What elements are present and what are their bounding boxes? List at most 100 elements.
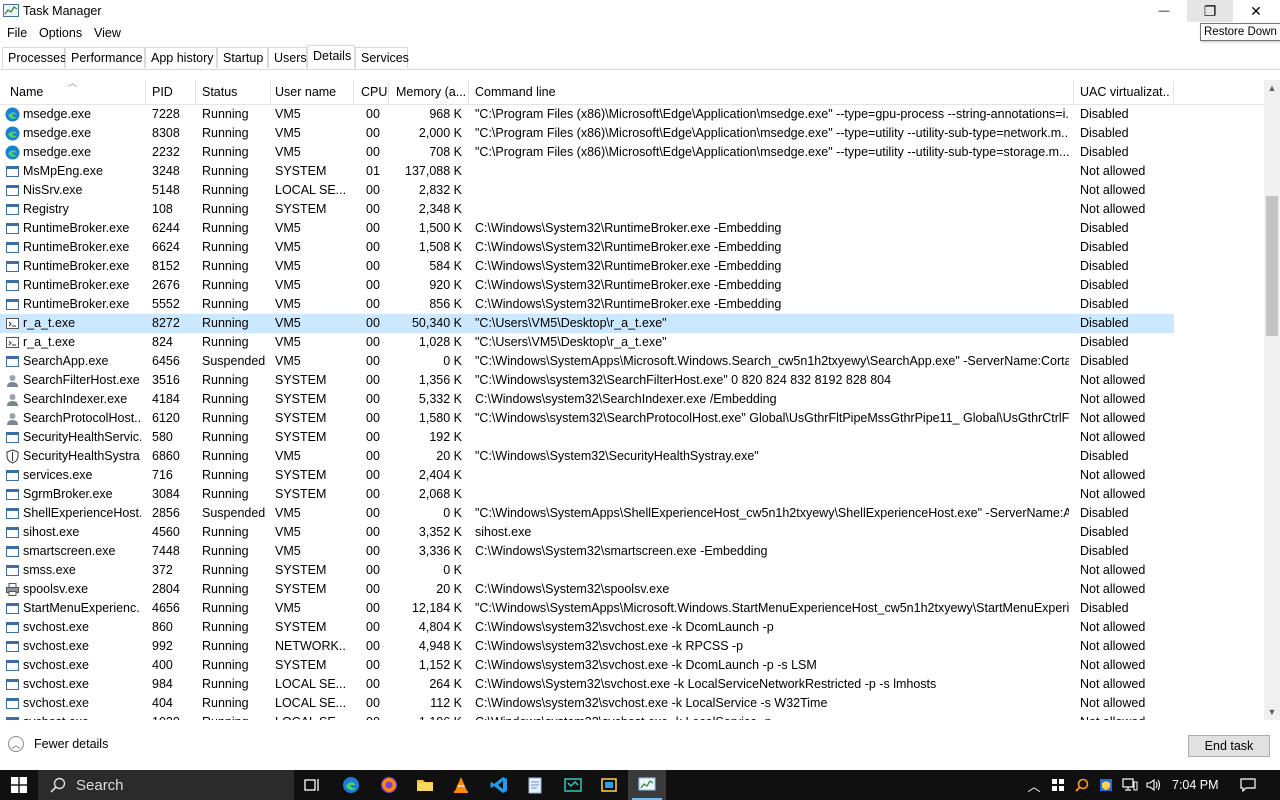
process-row[interactable]: spoolsv.exe 2804 Running SYSTEM 00 20 K C:\Win… — [0, 580, 1174, 599]
process-row[interactable]: svchost.exe 404 Running LOCAL SE... 00 112 K C… — [0, 694, 1174, 713]
process-row[interactable]: RuntimeBroker.exe 5552 Running VM5 00 856 K C:… — [0, 295, 1174, 314]
process-row[interactable]: Registry 108 Running SYSTEM 00 2,348 K Not all… — [0, 200, 1174, 219]
column-header-memory[interactable]: Memory (a... — [396, 85, 466, 99]
menu-options[interactable]: Options — [39, 26, 82, 40]
end-task-button[interactable]: End task — [1188, 735, 1270, 757]
tray-app-1[interactable] — [1048, 770, 1068, 800]
column-divider[interactable] — [1173, 80, 1174, 104]
process-row[interactable]: svchost.exe 1020 Running LOCAL SE... 001,196… — [0, 713, 1174, 720]
taskbar-clock[interactable]: 7:04 PM — [1172, 778, 1219, 792]
process-row[interactable]: smss.exe 372 Running SYSTEM 00 0 K Not allowed — [0, 561, 1174, 580]
volume-icon-button[interactable] — [1144, 770, 1164, 800]
process-row[interactable]: RuntimeBroker.exe 6624 Running VM5 00 1,508 K… — [0, 238, 1174, 257]
process-row[interactable]: NisSrv.exe 5148 Running LOCAL SE... 00 2,832 … — [0, 181, 1174, 200]
taskbar-notepad[interactable] — [516, 770, 554, 800]
column-divider[interactable] — [270, 80, 271, 104]
process-uac-virtualization: Not allowed — [1080, 582, 1146, 596]
tab-performance[interactable]: Performance — [65, 47, 145, 68]
process-uac-virtualization: Disabled — [1080, 297, 1129, 311]
column-header-name[interactable]: Name — [10, 85, 43, 99]
title-bar[interactable]: Task Manager — ❐ ✕ — [0, 0, 1280, 23]
column-divider[interactable] — [388, 80, 389, 104]
scrollbar-thumb[interactable] — [1266, 196, 1278, 336]
close-button[interactable]: ✕ — [1233, 0, 1279, 22]
column-header-user-name[interactable]: User name — [275, 85, 336, 99]
process-row[interactable]: StartMenuExperienc... 4656 Running VM5 00 12,… — [0, 599, 1174, 618]
process-row[interactable]: svchost.exe 992 Running NETWORK... 00 4,948 K… — [0, 637, 1174, 656]
volume-icon — [1146, 778, 1161, 792]
fewer-details-toggle[interactable]: ︿ Fewer details — [8, 736, 108, 752]
menu-view[interactable]: View — [94, 26, 121, 40]
action-center-button[interactable] — [1236, 770, 1260, 800]
process-row[interactable]: SecurityHealthSystra... 6860 Running VM5 00 2… — [0, 447, 1174, 466]
tab-processes[interactable]: Processes — [2, 47, 66, 68]
taskbar-window-app[interactable] — [590, 770, 628, 800]
process-row[interactable]: sihost.exe 4560 Running VM5 00 3,352 K sihost.… — [0, 523, 1174, 542]
process-row[interactable]: RuntimeBroker.exe 6244 Running VM5 00 1,500 K… — [0, 219, 1174, 238]
process-pid: 3248 — [152, 164, 180, 178]
taskbar-edge[interactable] — [332, 770, 370, 800]
column-divider[interactable] — [353, 80, 354, 104]
process-row[interactable]: SearchProtocolHost.... 6120 Running SYSTEM 0… — [0, 409, 1174, 428]
process-memory: 1,196 K — [388, 715, 462, 720]
process-row[interactable]: SearchIndexer.exe 4184 Running SYSTEM 00 5,33… — [0, 390, 1174, 409]
process-row[interactable]: r_a_t.exe 824 Running VM5 00 1,028 K "C:\Users… — [0, 333, 1174, 352]
taskbar-vscode[interactable] — [480, 770, 518, 800]
column-header-status[interactable]: Status — [202, 85, 237, 99]
taskbar-search-box[interactable]: Search — [38, 770, 294, 800]
process-row[interactable]: svchost.exe 984 Running LOCAL SE... 00 264 K C… — [0, 675, 1174, 694]
process-row[interactable]: ShellExperienceHost.... 2856 Suspended VM5 0… — [0, 504, 1174, 523]
process-name: RuntimeBroker.exe — [23, 278, 130, 292]
column-header-command-line[interactable]: Command line — [475, 85, 556, 99]
taskbar-task-manager[interactable] — [628, 770, 666, 800]
process-row[interactable]: msedge.exe 7228 Running VM5 00 968 K "C:\Progr… — [0, 105, 1174, 124]
process-row[interactable]: svchost.exe 400 Running SYSTEM 00 1,152 K C:\W… — [0, 656, 1174, 675]
process-row[interactable]: SgrmBroker.exe 3084 Running SYSTEM 00 2,068 K… — [0, 485, 1174, 504]
process-row[interactable]: r_a_t.exe 8272 Running VM5 00 50,340 K "C:\Use… — [0, 314, 1174, 333]
minimize-button[interactable]: — — [1141, 0, 1187, 22]
process-name: svchost.exe — [23, 639, 90, 653]
column-header-pid[interactable]: PID — [152, 85, 173, 99]
task-view-button[interactable] — [294, 770, 332, 800]
process-row[interactable]: MsMpEng.exe 3248 Running SYSTEM 01 137,088 K N… — [0, 162, 1174, 181]
process-row[interactable]: RuntimeBroker.exe 2676 Running VM5 00 920 K C:… — [0, 276, 1174, 295]
taskbar-firefox[interactable] — [370, 770, 408, 800]
process-uac-virtualization: Not allowed — [1080, 411, 1146, 425]
tray-app-3[interactable] — [1096, 770, 1116, 800]
scroll-down-icon[interactable]: ▼ — [1264, 704, 1280, 720]
taskbar-vlc[interactable] — [442, 770, 480, 800]
process-cpu: 00 — [366, 506, 380, 520]
tab-startup[interactable]: Startup — [217, 47, 268, 68]
network-icon-button[interactable] — [1120, 770, 1140, 800]
process-row[interactable]: services.exe 716 Running SYSTEM 00 2,404 K Not… — [0, 466, 1174, 485]
process-row[interactable]: SecurityHealthServic... 580 Running SYSTEM 0… — [0, 428, 1174, 447]
process-row[interactable]: SearchFilterHost.exe 3516 Running SYSTEM 00 1… — [0, 371, 1174, 390]
menu-file[interactable]: File — [7, 26, 27, 40]
process-status: Running — [202, 468, 249, 482]
vertical-scrollbar[interactable]: ▲ ▼ — [1264, 80, 1280, 720]
start-button[interactable] — [0, 770, 38, 800]
tab-details[interactable]: Details — [307, 45, 355, 69]
column-divider[interactable] — [468, 80, 469, 104]
column-divider[interactable] — [1073, 80, 1074, 104]
tray-app-2[interactable] — [1072, 770, 1092, 800]
show-hidden-icons-button[interactable]: ︿ — [1026, 770, 1042, 800]
process-row[interactable]: msedge.exe 8308 Running VM5 00 2,000 K "C:\Pro… — [0, 124, 1174, 143]
tab-users[interactable]: Users — [268, 47, 307, 68]
process-row[interactable]: msedge.exe 2232 Running VM5 00 708 K "C:\Progr… — [0, 143, 1174, 162]
process-row[interactable]: svchost.exe 860 Running SYSTEM 00 4,804 K C:\W… — [0, 618, 1174, 637]
taskbar-app-tool[interactable] — [554, 770, 592, 800]
column-header-uac-virtualization[interactable]: UAC virtualizat... — [1080, 85, 1170, 99]
restore-down-button[interactable]: ❐ — [1187, 0, 1233, 22]
tab-app-history[interactable]: App history — [145, 47, 217, 68]
process-row[interactable]: RuntimeBroker.exe 8152 Running VM5 00 584 K C:… — [0, 257, 1174, 276]
process-row[interactable]: smartscreen.exe 7448 Running VM5 00 3,336 K C:… — [0, 542, 1174, 561]
tab-services[interactable]: Services — [355, 47, 409, 68]
column-divider[interactable] — [195, 80, 196, 104]
column-header-cpu[interactable]: CPU — [361, 85, 387, 99]
scroll-up-icon[interactable]: ▲ — [1264, 80, 1280, 96]
process-status: Running — [202, 183, 249, 197]
taskbar-file-explorer[interactable] — [406, 770, 444, 800]
process-row[interactable]: SearchApp.exe 6456 Suspended VM5 00 0 K "C:\Wi… — [0, 352, 1174, 371]
column-divider[interactable] — [145, 80, 146, 104]
